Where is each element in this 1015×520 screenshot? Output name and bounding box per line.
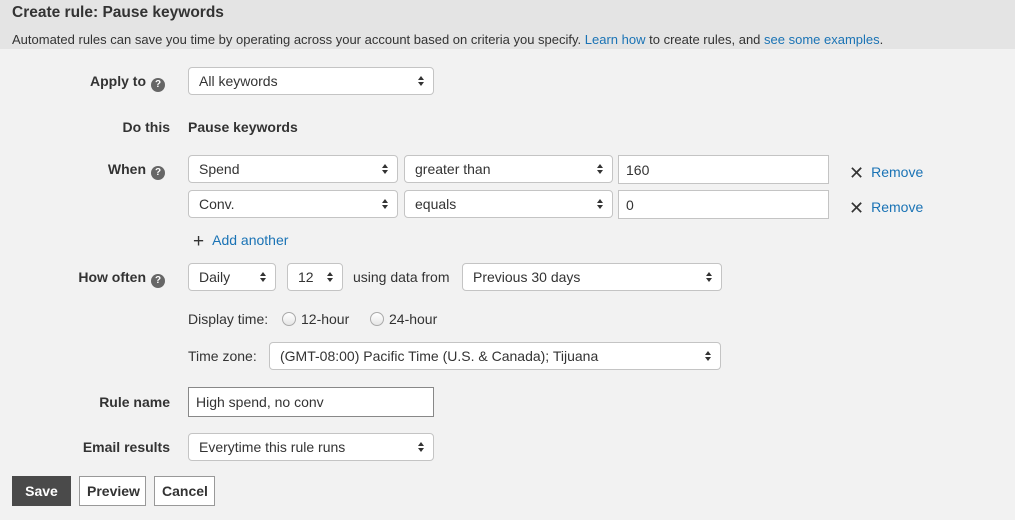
- page-title: Create rule: Pause keywords: [12, 4, 224, 21]
- condition-operator-select[interactable]: greater than: [404, 155, 613, 183]
- save-button[interactable]: Save: [12, 476, 71, 506]
- how-often-label: How often?: [78, 269, 165, 288]
- radio-button-icon[interactable]: [282, 312, 296, 326]
- do-this-label: Do this: [122, 119, 170, 135]
- learn-how-link[interactable]: Learn how: [585, 32, 646, 47]
- email-results-select[interactable]: Everytime this rule runs: [188, 433, 434, 461]
- plus-icon: +: [193, 231, 205, 252]
- question-circle-icon[interactable]: ?: [151, 166, 165, 180]
- select-arrows-icon: [418, 74, 425, 88]
- date-range-select[interactable]: Previous 30 days: [462, 263, 722, 291]
- select-arrows-icon: [597, 197, 604, 211]
- using-data-from-label: using data from: [353, 269, 450, 285]
- frequency-select[interactable]: Daily: [188, 263, 276, 291]
- page-header: Create rule: Pause keywords Automated ru…: [0, 0, 1015, 49]
- condition-metric-select[interactable]: Spend: [188, 155, 398, 183]
- condition-metric-select[interactable]: Conv.: [188, 190, 398, 218]
- hour-select[interactable]: 12: [287, 263, 343, 291]
- question-circle-icon[interactable]: ?: [151, 78, 165, 92]
- do-this-value: Pause keywords: [188, 119, 298, 135]
- time-zone-select[interactable]: (GMT-08:00) Pacific Time (U.S. & Canada)…: [269, 342, 721, 370]
- rule-name-label: Rule name: [99, 394, 170, 410]
- condition-value-input[interactable]: 160: [618, 155, 829, 184]
- question-circle-icon[interactable]: ?: [151, 274, 165, 288]
- radio-12-hour[interactable]: 12-hour: [282, 311, 349, 327]
- remove-condition-button[interactable]: ✕ Remove: [849, 163, 923, 184]
- select-arrows-icon: [382, 162, 389, 176]
- x-icon: ✕: [849, 163, 865, 183]
- select-arrows-icon: [705, 349, 712, 363]
- select-arrows-icon: [382, 197, 389, 211]
- condition-value-input[interactable]: 0: [618, 190, 829, 219]
- see-examples-link[interactable]: see some examples: [764, 32, 880, 47]
- email-results-label: Email results: [82, 439, 170, 455]
- condition-operator-select[interactable]: equals: [404, 190, 613, 218]
- x-icon: ✕: [849, 198, 865, 218]
- apply-to-select[interactable]: All keywords: [188, 67, 434, 95]
- preview-button[interactable]: Preview: [79, 476, 146, 506]
- display-time-label: Display time:: [188, 311, 269, 327]
- apply-to-label: Apply to?: [90, 73, 165, 92]
- select-arrows-icon: [418, 440, 425, 454]
- cancel-button[interactable]: Cancel: [154, 476, 215, 506]
- select-arrows-icon: [260, 270, 267, 284]
- time-zone-label: Time zone:: [188, 348, 257, 364]
- remove-condition-button[interactable]: ✕ Remove: [849, 198, 923, 219]
- select-arrows-icon: [706, 270, 713, 284]
- when-label: When?: [108, 161, 165, 180]
- select-arrows-icon: [327, 270, 334, 284]
- radio-24-hour[interactable]: 24-hour: [370, 311, 437, 327]
- rule-name-input[interactable]: High spend, no conv: [188, 387, 434, 417]
- select-arrows-icon: [597, 162, 604, 176]
- add-another-button[interactable]: + Add another: [193, 231, 288, 253]
- page-description: Automated rules can save you time by ope…: [12, 32, 884, 47]
- radio-button-icon[interactable]: [370, 312, 384, 326]
